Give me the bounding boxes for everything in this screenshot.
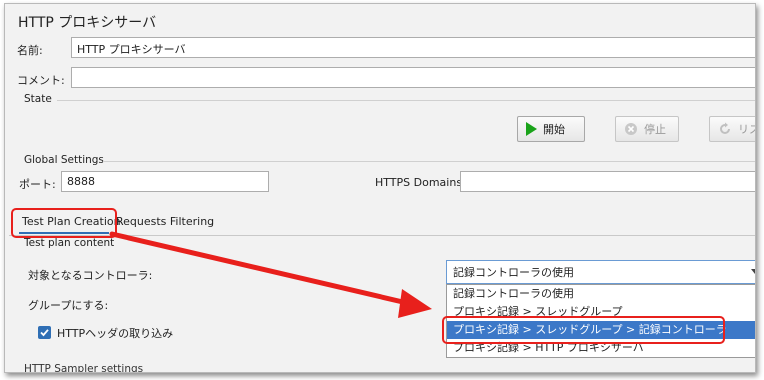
annotation-arrow-icon — [109, 231, 432, 318]
